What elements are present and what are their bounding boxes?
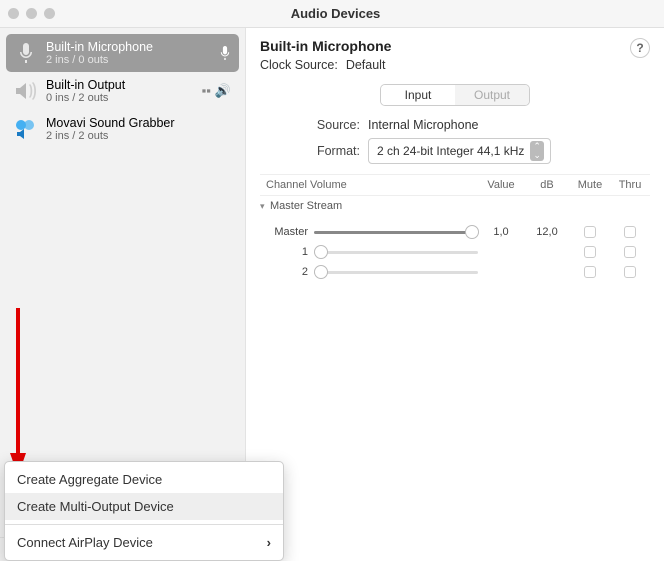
output-indicators: ▪▪ 🔊: [202, 83, 231, 99]
clock-source-value: Default: [346, 58, 386, 72]
device-name: Built-in Microphone: [46, 40, 211, 54]
speaker-icon: [14, 79, 38, 103]
volume-icon: 🔊: [215, 83, 231, 99]
channel-label: 2: [260, 266, 314, 278]
device-info: Built-in Output 0 ins / 2 outs: [46, 78, 194, 104]
sound-grabber-icon: [14, 117, 38, 141]
device-info: Movavi Sound Grabber 2 ins / 2 outs: [46, 116, 231, 142]
master-stream-row[interactable]: ▾ Master Stream: [260, 196, 650, 216]
add-device-menu: Create Aggregate Device Create Multi-Out…: [4, 461, 284, 561]
device-name: Built-in Output: [46, 78, 194, 92]
format-label: Format:: [260, 144, 360, 158]
channel-rows: Master 1,0 12,0 1 2: [260, 216, 650, 282]
device-movavi[interactable]: Movavi Sound Grabber 2 ins / 2 outs: [6, 110, 239, 148]
help-button[interactable]: ?: [630, 38, 650, 58]
mute-checkbox[interactable]: [584, 266, 596, 278]
format-value: 2 ch 24-bit Integer 44,1 kHz: [377, 144, 524, 158]
volume-slider[interactable]: [314, 245, 478, 259]
device-name: Movavi Sound Grabber: [46, 116, 231, 130]
io-tabs: Input Output: [380, 84, 530, 106]
col-thru: Thru: [610, 179, 650, 191]
channel-label: 1: [260, 246, 314, 258]
col-channel: Channel Volume: [260, 179, 478, 191]
mute-checkbox[interactable]: [584, 246, 596, 258]
menu-create-multi-output[interactable]: Create Multi-Output Device: [5, 493, 283, 520]
sidebar: Built-in Microphone 2 ins / 0 outs Built…: [0, 28, 246, 561]
format-select[interactable]: 2 ch 24-bit Integer 44,1 kHz ⌃⌄: [368, 138, 551, 164]
col-db: dB: [524, 179, 570, 191]
col-mute: Mute: [570, 179, 610, 191]
thru-checkbox[interactable]: [624, 246, 636, 258]
source-label: Source:: [260, 118, 360, 132]
thru-checkbox[interactable]: [624, 266, 636, 278]
chat-icon: ▪▪: [202, 83, 211, 99]
detail-panel: Built-in Microphone Clock Source: Defaul…: [246, 28, 664, 561]
volume-table-header: Channel Volume Value dB Mute Thru: [260, 174, 650, 196]
device-info: Built-in Microphone 2 ins / 0 outs: [46, 40, 211, 66]
channel-db: 12,0: [524, 226, 570, 238]
stream-name: Master Stream: [270, 200, 342, 212]
menu-airplay-label: Connect AirPlay Device: [17, 535, 153, 550]
mute-checkbox[interactable]: [584, 226, 596, 238]
tab-output[interactable]: Output: [455, 85, 529, 105]
tab-input[interactable]: Input: [381, 85, 455, 105]
channel-label: Master: [260, 226, 314, 238]
device-sub: 0 ins / 2 outs: [46, 92, 194, 104]
channel-value: 1,0: [478, 226, 524, 238]
volume-slider[interactable]: [314, 265, 478, 279]
channel-1: 1: [260, 242, 650, 262]
channel-master: Master 1,0 12,0: [260, 222, 650, 242]
col-value: Value: [478, 179, 524, 191]
volume-slider[interactable]: [314, 225, 478, 239]
disclosure-caret-icon[interactable]: ▾: [260, 201, 270, 212]
window-title: Audio Devices: [15, 6, 656, 21]
select-caret-icon: ⌃⌄: [530, 141, 544, 161]
menu-connect-airplay[interactable]: Connect AirPlay Device ›: [5, 529, 283, 556]
device-sub: 2 ins / 2 outs: [46, 130, 231, 142]
detail-title: Built-in Microphone: [260, 38, 391, 54]
detail-header: Built-in Microphone Clock Source: Defaul…: [260, 38, 650, 72]
mic-indicator-icon: [219, 46, 231, 60]
clock-source-label: Clock Source:: [260, 58, 338, 72]
channel-2: 2: [260, 262, 650, 282]
main: Built-in Microphone 2 ins / 0 outs Built…: [0, 28, 664, 561]
chevron-right-icon: ›: [267, 535, 271, 550]
device-builtin-mic[interactable]: Built-in Microphone 2 ins / 0 outs: [6, 34, 239, 72]
source-value: Internal Microphone: [368, 118, 478, 132]
menu-create-aggregate[interactable]: Create Aggregate Device: [5, 466, 283, 493]
device-builtin-output[interactable]: Built-in Output 0 ins / 2 outs ▪▪ 🔊: [6, 72, 239, 110]
menu-separator: [5, 524, 283, 525]
device-sub: 2 ins / 0 outs: [46, 54, 211, 66]
thru-checkbox[interactable]: [624, 226, 636, 238]
microphone-icon: [14, 41, 38, 65]
titlebar: Audio Devices: [0, 0, 664, 28]
